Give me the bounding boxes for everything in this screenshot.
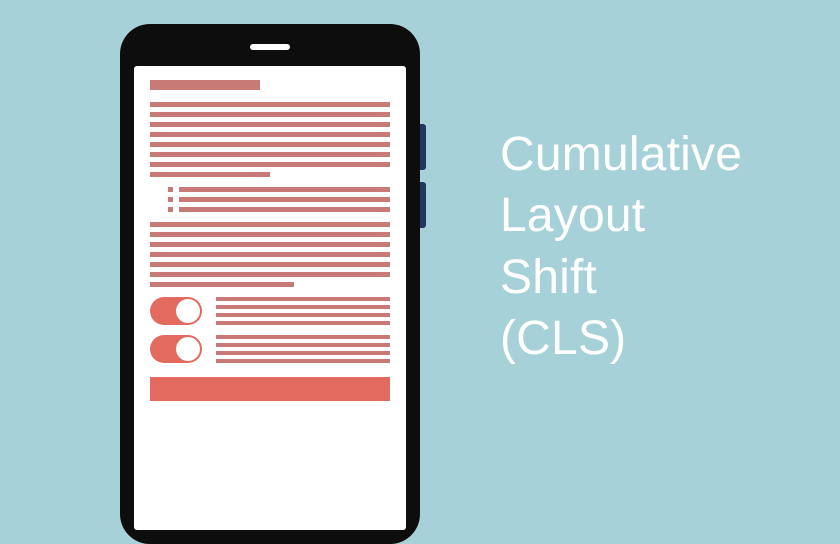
bullet-item: [168, 187, 390, 192]
title-line-3: Shift: [500, 247, 742, 308]
toggle-switch[interactable]: [150, 335, 202, 363]
skeleton-line: [150, 132, 390, 137]
skeleton-line: [216, 305, 390, 309]
skeleton-line: [216, 343, 390, 347]
bullet-item: [168, 197, 390, 202]
toggle-label-lines: [216, 297, 390, 325]
skeleton-line: [150, 102, 390, 107]
skeleton-line: [150, 142, 390, 147]
skeleton-line: [150, 252, 390, 257]
skeleton-line: [150, 122, 390, 127]
skeleton-paragraph-1: [150, 102, 390, 177]
skeleton-line: [150, 222, 390, 227]
skeleton-line: [216, 313, 390, 317]
bullet-icon: [168, 207, 173, 212]
skeleton-line: [179, 197, 390, 202]
title-line-2: Layout: [500, 185, 742, 246]
toggle-switch[interactable]: [150, 297, 202, 325]
skeleton-line: [150, 232, 390, 237]
toggle-row-1: [150, 297, 390, 325]
skeleton-line: [150, 272, 390, 277]
skeleton-bullet-list: [168, 187, 390, 212]
side-button-volume-up[interactable]: [420, 124, 426, 170]
skeleton-line: [179, 187, 390, 192]
skeleton-line: [216, 321, 390, 325]
skeleton-line: [216, 297, 390, 301]
page-title: Cumulative Layout Shift (CLS): [500, 124, 742, 370]
bullet-icon: [168, 187, 173, 192]
phone-screen: [134, 66, 406, 530]
toggle-knob: [176, 299, 200, 323]
skeleton-line: [216, 359, 390, 363]
skeleton-paragraph-2: [150, 222, 390, 287]
cta-button-skeleton[interactable]: [150, 377, 390, 401]
phone-device: [120, 24, 420, 544]
skeleton-line: [216, 335, 390, 339]
title-line-4: (CLS): [500, 308, 742, 369]
phone-speaker: [250, 44, 290, 50]
title-line-1: Cumulative: [500, 124, 742, 185]
skeleton-heading: [150, 80, 260, 90]
skeleton-line: [150, 152, 390, 157]
toggle-label-lines: [216, 335, 390, 363]
bullet-item: [168, 207, 390, 212]
skeleton-line: [150, 282, 294, 287]
skeleton-line: [216, 351, 390, 355]
side-button-volume-down[interactable]: [420, 182, 426, 228]
skeleton-line: [150, 112, 390, 117]
skeleton-line: [150, 242, 390, 247]
skeleton-line: [150, 172, 270, 177]
bullet-icon: [168, 197, 173, 202]
toggle-row-2: [150, 335, 390, 363]
skeleton-line: [150, 162, 390, 167]
toggle-knob: [176, 337, 200, 361]
skeleton-line: [150, 262, 390, 267]
skeleton-line: [179, 207, 390, 212]
